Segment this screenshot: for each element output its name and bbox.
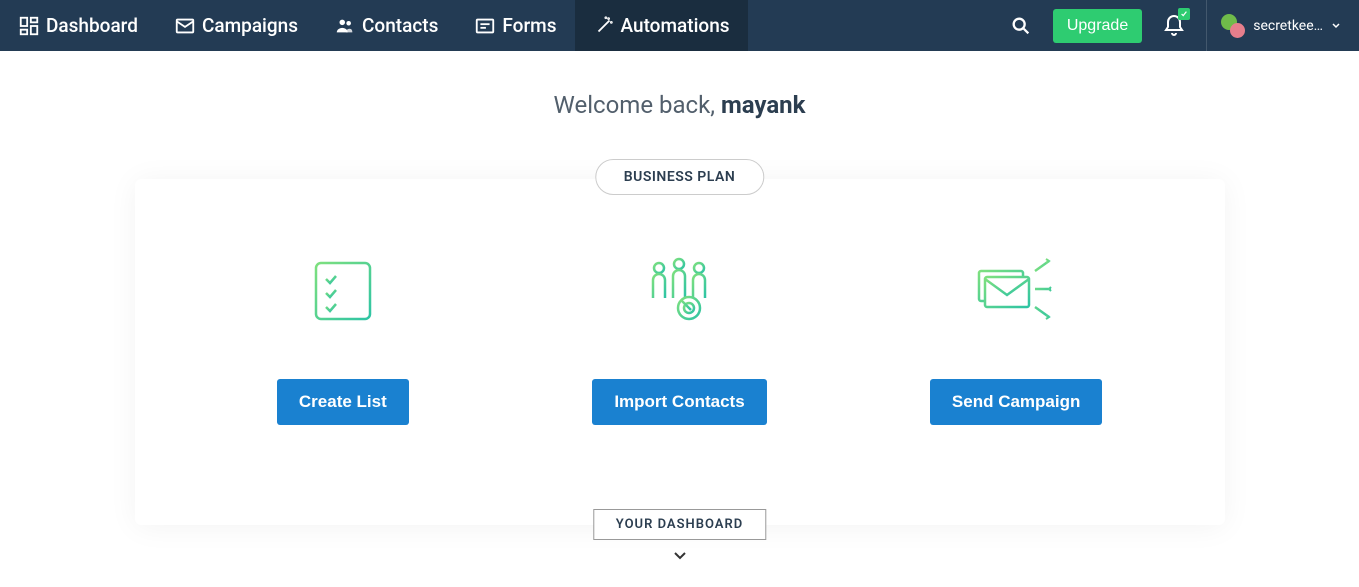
upgrade-button[interactable]: Upgrade: [1053, 9, 1142, 43]
nav-right: Upgrade secretkee…: [1001, 0, 1359, 51]
expand-dashboard-button[interactable]: [673, 551, 687, 561]
main-content: Welcome back, mayank BUSINESS PLAN: [0, 51, 1359, 525]
nav-label: Forms: [502, 14, 556, 37]
onboarding-panel: BUSINESS PLAN: [135, 179, 1225, 525]
wand-icon: [593, 15, 615, 37]
welcome-username: mayank: [721, 91, 805, 119]
form-icon: [474, 15, 496, 37]
nav-contacts[interactable]: Contacts: [316, 0, 456, 51]
nav-items: Dashboard Campaigns Contacts: [0, 0, 748, 51]
import-contacts-button[interactable]: Import Contacts: [592, 379, 766, 425]
dashboard-icon: [18, 15, 40, 37]
nav-automations[interactable]: Automations: [575, 0, 748, 51]
list-icon: [312, 249, 374, 329]
chevron-down-icon: [1331, 21, 1341, 31]
welcome-heading: Welcome back, mayank: [0, 91, 1359, 119]
dashboard-section-pill[interactable]: YOUR DASHBOARD: [593, 509, 766, 540]
send-campaign-button[interactable]: Send Campaign: [930, 379, 1102, 425]
nav-forms[interactable]: Forms: [456, 0, 574, 51]
search-icon: [1010, 15, 1032, 37]
topbar: Dashboard Campaigns Contacts: [0, 0, 1359, 51]
action-create-list: Create List: [193, 249, 493, 425]
welcome-prefix: Welcome back,: [554, 91, 721, 119]
avatar: [1221, 14, 1245, 38]
user-label: secretkee…: [1253, 18, 1323, 34]
user-menu[interactable]: secretkee…: [1206, 0, 1341, 51]
send-mail-icon: [973, 249, 1059, 329]
nav-label: Dashboard: [46, 14, 138, 37]
create-list-button[interactable]: Create List: [277, 379, 409, 425]
action-import-contacts: Import Contacts: [529, 249, 829, 425]
notification-badge: [1178, 8, 1190, 20]
plan-pill[interactable]: BUSINESS PLAN: [595, 159, 764, 195]
nav-label: Contacts: [362, 14, 438, 37]
nav-campaigns[interactable]: Campaigns: [156, 0, 316, 51]
contacts-icon: [334, 15, 356, 37]
chevron-down-icon: [673, 551, 687, 561]
nav-label: Campaigns: [202, 14, 298, 37]
envelope-icon: [174, 15, 196, 37]
nav-label: Automations: [621, 14, 730, 37]
nav-dashboard[interactable]: Dashboard: [0, 0, 156, 51]
people-target-icon: [643, 249, 715, 329]
search-button[interactable]: [1001, 0, 1041, 51]
notifications-button[interactable]: [1154, 0, 1194, 51]
action-send-campaign: Send Campaign: [866, 249, 1166, 425]
quick-actions: Create List Import Cont: [175, 249, 1185, 425]
